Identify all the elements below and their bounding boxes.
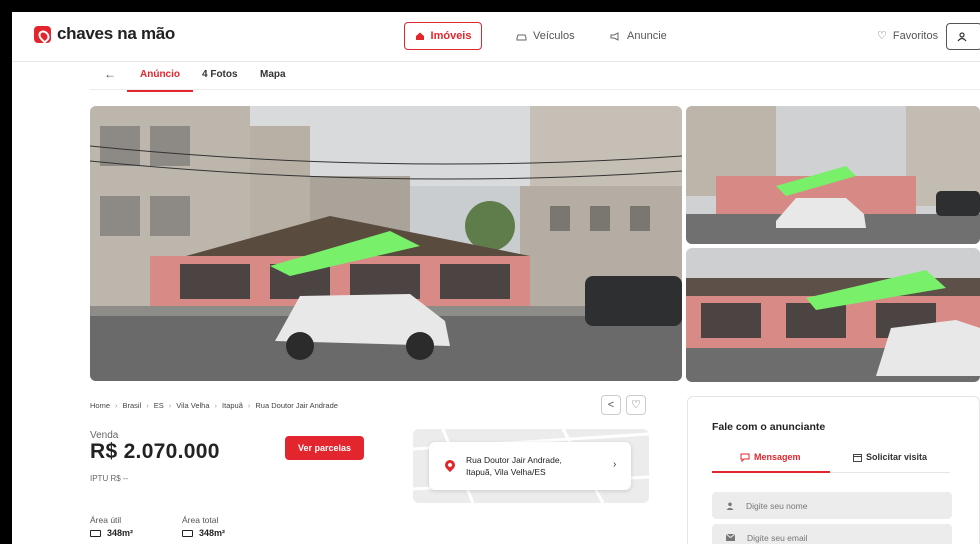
total-area: Área total 348m² bbox=[182, 515, 225, 538]
logo-icon bbox=[34, 25, 51, 43]
contact-title: Fale com o anunciante bbox=[712, 421, 826, 433]
breadcrumb-neighborhood[interactable]: Itapuã bbox=[222, 401, 243, 410]
nav-anuncie-button[interactable]: Anuncie bbox=[600, 22, 677, 50]
house-icon bbox=[415, 31, 425, 41]
favorite-button[interactable]: ♡ bbox=[626, 395, 646, 415]
heart-icon: ♡ bbox=[877, 29, 887, 42]
share-button[interactable]: < bbox=[601, 395, 621, 415]
tab-mensagem[interactable]: Mensagem bbox=[740, 452, 801, 462]
chevron-right-icon: › bbox=[146, 401, 149, 410]
breadcrumb-state[interactable]: ES bbox=[154, 401, 164, 410]
tab-solicitar-visita[interactable]: Solicitar visita bbox=[853, 452, 927, 462]
logo[interactable]: chaves na mão bbox=[34, 24, 175, 44]
ruler-icon bbox=[182, 529, 193, 537]
back-arrow-icon[interactable]: ← bbox=[104, 67, 116, 81]
chevron-right-icon: › bbox=[168, 401, 172, 410]
listing-tabs: ← Anúncio 4 Fotos Mapa bbox=[90, 62, 980, 92]
name-input-placeholder: Digite seu nome bbox=[746, 500, 808, 511]
favorites-button[interactable]: ♡ Favoritos bbox=[867, 22, 948, 50]
iptu-value: IPTU R$ -- bbox=[90, 474, 129, 483]
useful-area-label: Área útil bbox=[90, 515, 122, 525]
chat-icon bbox=[740, 453, 750, 462]
user-icon bbox=[957, 31, 967, 42]
logo-text: chaves na mão bbox=[57, 24, 175, 43]
ver-parcelas-button[interactable]: Ver parcelas bbox=[285, 436, 364, 460]
total-area-value: 348m² bbox=[199, 528, 226, 538]
address-card[interactable]: Rua Doutor Jair Andrade, Itapuã, Vila Ve… bbox=[429, 442, 631, 490]
nav-veiculos-button[interactable]: Veículos bbox=[506, 22, 585, 50]
contact-panel: Fale com o anunciante Mensagem Solicitar… bbox=[687, 396, 980, 544]
chevron-right-icon: › bbox=[613, 459, 617, 470]
tab-mapa[interactable]: Mapa bbox=[260, 69, 286, 80]
tab-fotos[interactable]: 4 Fotos bbox=[202, 69, 238, 80]
breadcrumb-city[interactable]: Vila Velha bbox=[176, 401, 209, 410]
total-area-label: Área total bbox=[182, 515, 219, 525]
share-icon: < bbox=[607, 398, 615, 411]
nav-anuncie-label: Anuncie bbox=[627, 30, 667, 42]
user-icon bbox=[726, 502, 734, 510]
photo-thumbnail-2[interactable] bbox=[686, 248, 980, 382]
tab-mensagem-label: Mensagem bbox=[754, 452, 801, 462]
chevron-right-icon: › bbox=[115, 401, 118, 410]
calendar-icon bbox=[853, 453, 862, 462]
photo-thumbnail-1[interactable] bbox=[686, 106, 980, 244]
address-line-1: Rua Doutor Jair Andrade, bbox=[466, 455, 562, 465]
tab-anuncio[interactable]: Anúncio bbox=[127, 69, 193, 92]
breadcrumb-country[interactable]: Brasil bbox=[123, 401, 142, 410]
page: chaves na mão Imóveis Veículos Anuncie ♡… bbox=[12, 12, 980, 544]
nav-veiculos-label: Veículos bbox=[533, 30, 575, 42]
email-input-placeholder: Digite seu email bbox=[747, 532, 808, 543]
megaphone-icon bbox=[610, 31, 621, 41]
price-value: R$ 2.070.000 bbox=[90, 440, 220, 463]
chevron-right-icon: › bbox=[247, 401, 251, 410]
name-input[interactable]: Digite seu nome bbox=[712, 492, 952, 519]
main-photo[interactable] bbox=[90, 106, 682, 381]
breadcrumb-home[interactable]: Home bbox=[90, 401, 110, 410]
useful-area-value: 348m² bbox=[107, 528, 134, 538]
ruler-icon bbox=[90, 529, 101, 537]
mail-icon bbox=[726, 534, 735, 541]
nav-imoveis-button[interactable]: Imóveis bbox=[404, 22, 482, 50]
favorites-label: Favoritos bbox=[892, 30, 939, 42]
breadcrumb-street[interactable]: Rua Doutor Jair Andrade bbox=[255, 401, 338, 410]
user-menu-button[interactable] bbox=[946, 23, 980, 50]
active-tab-indicator bbox=[712, 471, 830, 473]
top-header: chaves na mão Imóveis Veículos Anuncie ♡… bbox=[12, 12, 980, 62]
car-icon bbox=[516, 32, 527, 41]
tab-solicitar-visita-label: Solicitar visita bbox=[866, 452, 928, 462]
heart-icon: ♡ bbox=[631, 398, 641, 411]
useful-area: Área útil 348m² bbox=[90, 515, 133, 538]
email-input[interactable]: Digite seu email bbox=[712, 524, 952, 544]
location-pin-icon bbox=[442, 457, 458, 473]
map-preview[interactable]: Rua Doutor Jair Andrade, Itapuã, Vila Ve… bbox=[413, 429, 649, 503]
nav-imoveis-label: Imóveis bbox=[430, 30, 472, 42]
address-line-2: Itapuã, Vila Velha/ES bbox=[466, 467, 546, 477]
chevron-right-icon: › bbox=[214, 401, 218, 410]
breadcrumb: Home › Brasil › ES › Vila Velha › Itapuã… bbox=[90, 401, 338, 410]
